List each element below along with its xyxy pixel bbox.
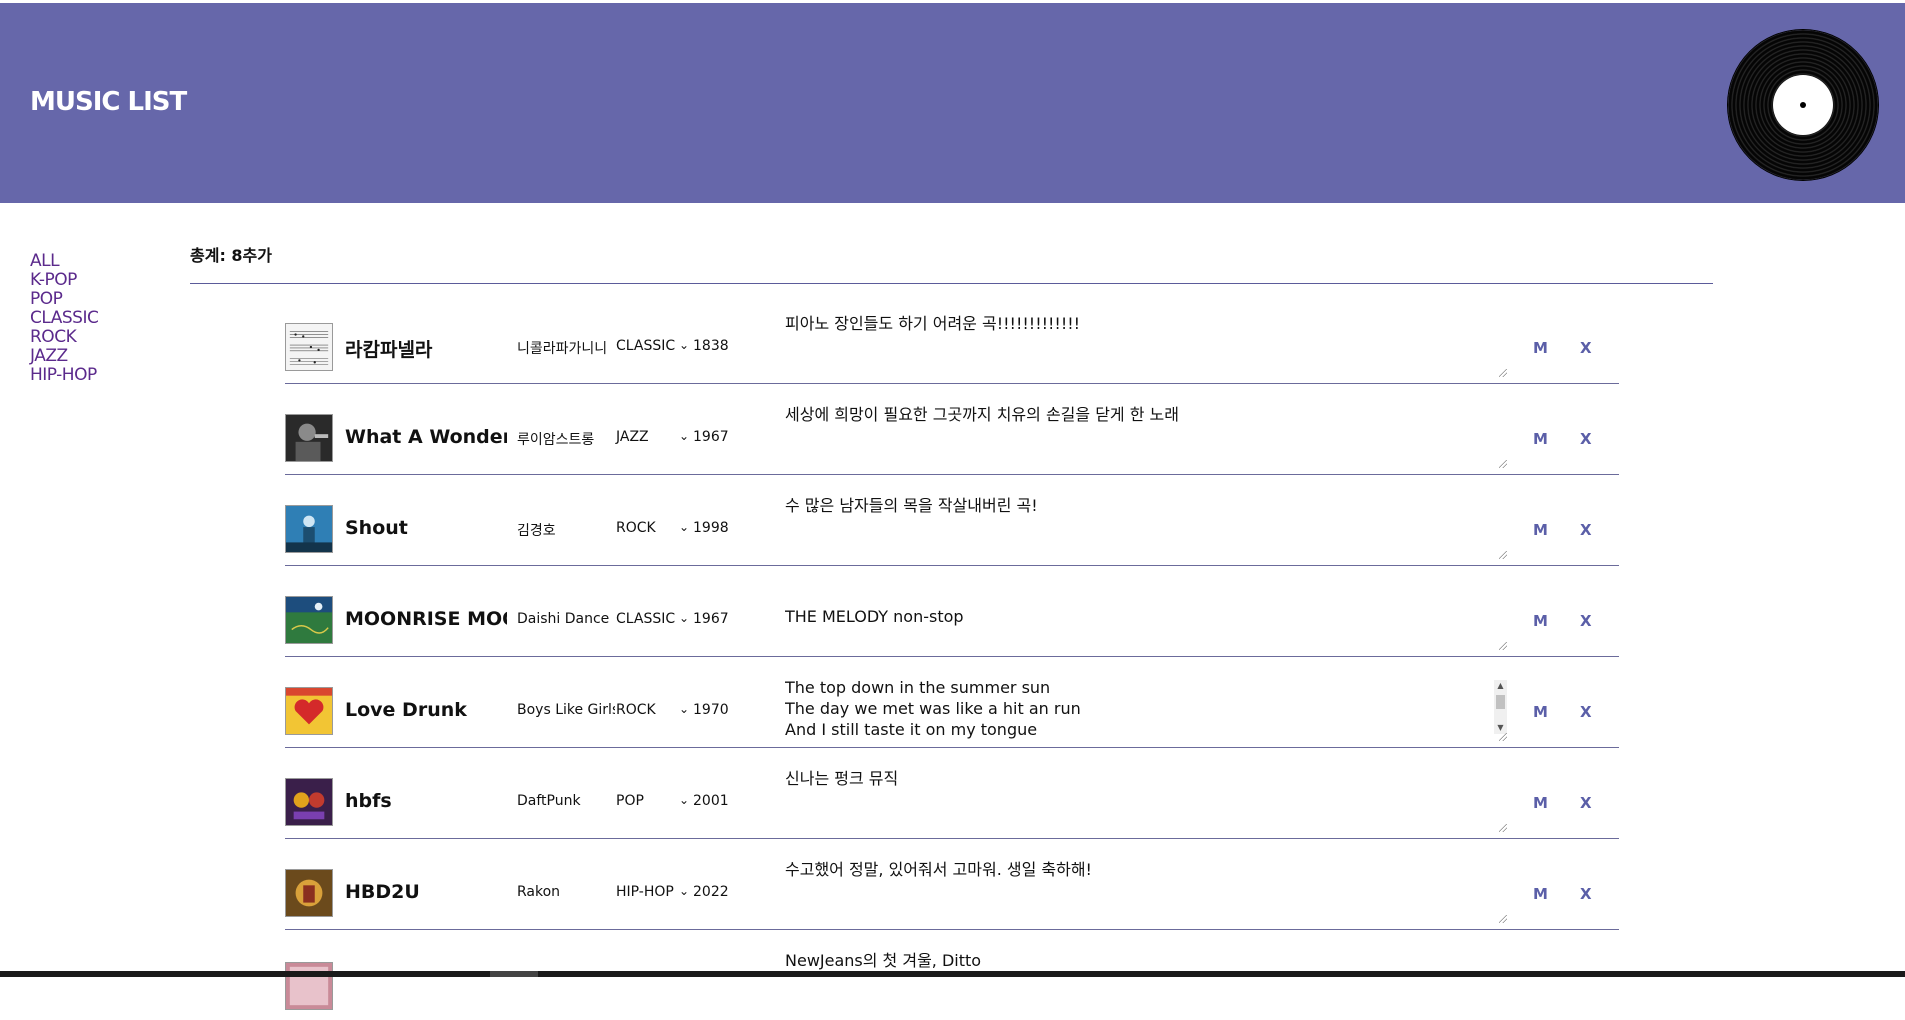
song-title: What A Wonderful [345, 426, 507, 448]
modify-button[interactable]: M [1533, 430, 1548, 448]
song-artist: DaftPunk [517, 793, 581, 809]
modify-button[interactable]: M [1533, 339, 1548, 357]
landscape-icon [285, 596, 333, 644]
genre-select[interactable]: ROCK [616, 520, 686, 536]
memo-textarea[interactable]: THE MELODY non-stop [785, 606, 1510, 649]
genre-select[interactable]: HIP-HOP [616, 884, 686, 900]
delete-button[interactable]: X [1580, 612, 1592, 630]
resize-handle-icon[interactable] [1499, 915, 1507, 923]
genre-select[interactable]: CLASSIC [616, 338, 686, 354]
scroll-thumb[interactable] [1496, 695, 1505, 709]
modify-button[interactable]: M [1533, 612, 1548, 630]
page-header: MUSIC LIST [0, 3, 1905, 203]
genre-select[interactable]: JAZZ [616, 429, 686, 445]
song-row: Shout 김경호 ROCK ⌄ 1998 수 많은 남자들의 목을 작살내버린… [285, 475, 1619, 566]
nav-item-pop[interactable]: POP [30, 290, 98, 309]
chevron-down-icon[interactable]: ⌄ [679, 429, 689, 443]
taskbar [0, 971, 1905, 977]
song-artist: 김경호 [517, 523, 556, 539]
song-year: 2001 [693, 793, 729, 809]
modify-button[interactable]: M [1533, 521, 1548, 539]
song-year: 2022 [693, 884, 729, 900]
resize-handle-icon[interactable] [1499, 733, 1507, 741]
chevron-down-icon[interactable]: ⌄ [679, 884, 689, 898]
page-title: MUSIC LIST [30, 87, 187, 117]
delete-button[interactable]: X [1580, 885, 1592, 903]
resize-handle-icon[interactable] [1499, 824, 1507, 832]
chevron-down-icon[interactable]: ⌄ [679, 611, 689, 625]
song-title: hbfs [345, 790, 392, 812]
nav-item-hiphop[interactable]: HIP-HOP [30, 366, 98, 385]
divider [190, 283, 1713, 284]
nav-item-all[interactable]: ALL [30, 252, 98, 271]
song-artist: Boys Like Girls [517, 702, 615, 718]
resize-handle-icon[interactable] [1499, 642, 1507, 650]
song-year: 1970 [693, 702, 729, 718]
vinyl-hole [1800, 102, 1806, 108]
song-year: 1998 [693, 520, 729, 536]
nav-item-classic[interactable]: CLASSIC [30, 309, 99, 328]
song-artist: 루이암스트롱 [517, 432, 595, 448]
album-cover-icon [285, 869, 333, 917]
chevron-down-icon[interactable]: ⌄ [679, 793, 689, 807]
vinyl-record-icon [1728, 30, 1878, 180]
memo-textarea[interactable]: 피아노 장인들도 하기 어려운 곡!!!!!!!!!!!!! [785, 313, 1510, 376]
song-row: MOONRISE MOONS Daishi Dance CLASSIC ⌄ 19… [285, 566, 1619, 657]
song-artist: 니콜라파가니니 [517, 341, 608, 357]
chevron-down-icon[interactable]: ⌄ [679, 338, 689, 352]
delete-button[interactable]: X [1580, 794, 1592, 812]
song-row: What A Wonderful 루이암스트롱 JAZZ ⌄ 1967 세상에 … [285, 384, 1619, 475]
resize-handle-icon[interactable] [1499, 369, 1507, 377]
scroll-up-icon[interactable]: ▲ [1494, 680, 1507, 692]
song-artist: Daishi Dance [517, 611, 610, 627]
song-year: 1838 [693, 338, 729, 354]
modify-button[interactable]: M [1533, 794, 1548, 812]
song-row: HBD2U Rakon HIP-HOP ⌄ 2022 수고했어 정말, 있어줘서… [285, 839, 1619, 930]
genre-select[interactable]: ROCK [616, 702, 686, 718]
taskbar-item[interactable] [490, 971, 538, 977]
resize-handle-icon[interactable] [1499, 460, 1507, 468]
concert-icon [285, 505, 333, 553]
robot-cover-icon [285, 778, 333, 826]
memo-textarea[interactable]: The top down in the summer sun The day w… [785, 677, 1510, 740]
song-row: Love Drunk Boys Like Girls ROCK ⌄ 1970 T… [285, 657, 1619, 748]
song-row: hbfs DaftPunk POP ⌄ 2001 신나는 펑크 뮤직 M X [285, 748, 1619, 839]
genre-select[interactable]: CLASSIC [616, 611, 686, 627]
total-count[interactable]: 총계: 8추가 [190, 242, 272, 266]
song-list: 라캄파넬라 니콜라파가니니 CLASSIC ⌄ 1838 피아노 장인들도 하기… [285, 293, 1619, 1020]
song-year: 1967 [693, 611, 729, 627]
resize-handle-icon[interactable] [1499, 551, 1507, 559]
memo-scrollbar[interactable]: ▲ ▼ [1494, 680, 1507, 734]
pink-cover-icon [285, 962, 333, 1010]
memo-textarea[interactable]: NewJeans의 첫 겨울, Ditto [785, 950, 1510, 1013]
song-title: MOONRISE MOONS [345, 608, 507, 630]
song-title: Shout [345, 517, 408, 539]
song-row: 라캄파넬라 니콜라파가니니 CLASSIC ⌄ 1838 피아노 장인들도 하기… [285, 293, 1619, 384]
genre-select[interactable]: POP [616, 793, 686, 809]
memo-textarea[interactable]: 신나는 펑크 뮤직 [785, 768, 1510, 831]
delete-button[interactable]: X [1580, 521, 1592, 539]
portrait-icon [285, 414, 333, 462]
song-year: 1967 [693, 429, 729, 445]
heart-cover-icon [285, 687, 333, 735]
song-title: Love Drunk [345, 699, 467, 721]
nav-item-kpop[interactable]: K-POP [30, 271, 98, 290]
song-title: 라캄파넬라 [345, 339, 433, 361]
memo-textarea[interactable]: 세상에 희망이 필요한 그곳까지 치유의 손길을 닫게 한 노래 [785, 404, 1510, 467]
sheet-music-icon [285, 323, 333, 371]
chevron-down-icon[interactable]: ⌄ [679, 702, 689, 716]
memo-textarea[interactable]: 수고했어 정말, 있어줘서 고마워. 생일 축하해! [785, 859, 1510, 922]
delete-button[interactable]: X [1580, 703, 1592, 721]
modify-button[interactable]: M [1533, 885, 1548, 903]
modify-button[interactable]: M [1533, 703, 1548, 721]
memo-textarea[interactable]: 수 많은 남자들의 목을 작살내버린 곡! [785, 495, 1510, 558]
chevron-down-icon[interactable]: ⌄ [679, 520, 689, 534]
nav-item-jazz[interactable]: JAZZ [30, 347, 98, 366]
nav-item-rock[interactable]: ROCK [30, 328, 98, 347]
genre-nav: ALL K-POP POP CLASSIC ROCK JAZZ HIP-HOP [30, 252, 99, 385]
delete-button[interactable]: X [1580, 339, 1592, 357]
delete-button[interactable]: X [1580, 430, 1592, 448]
song-artist: Rakon [517, 884, 561, 900]
song-title: HBD2U [345, 881, 420, 903]
